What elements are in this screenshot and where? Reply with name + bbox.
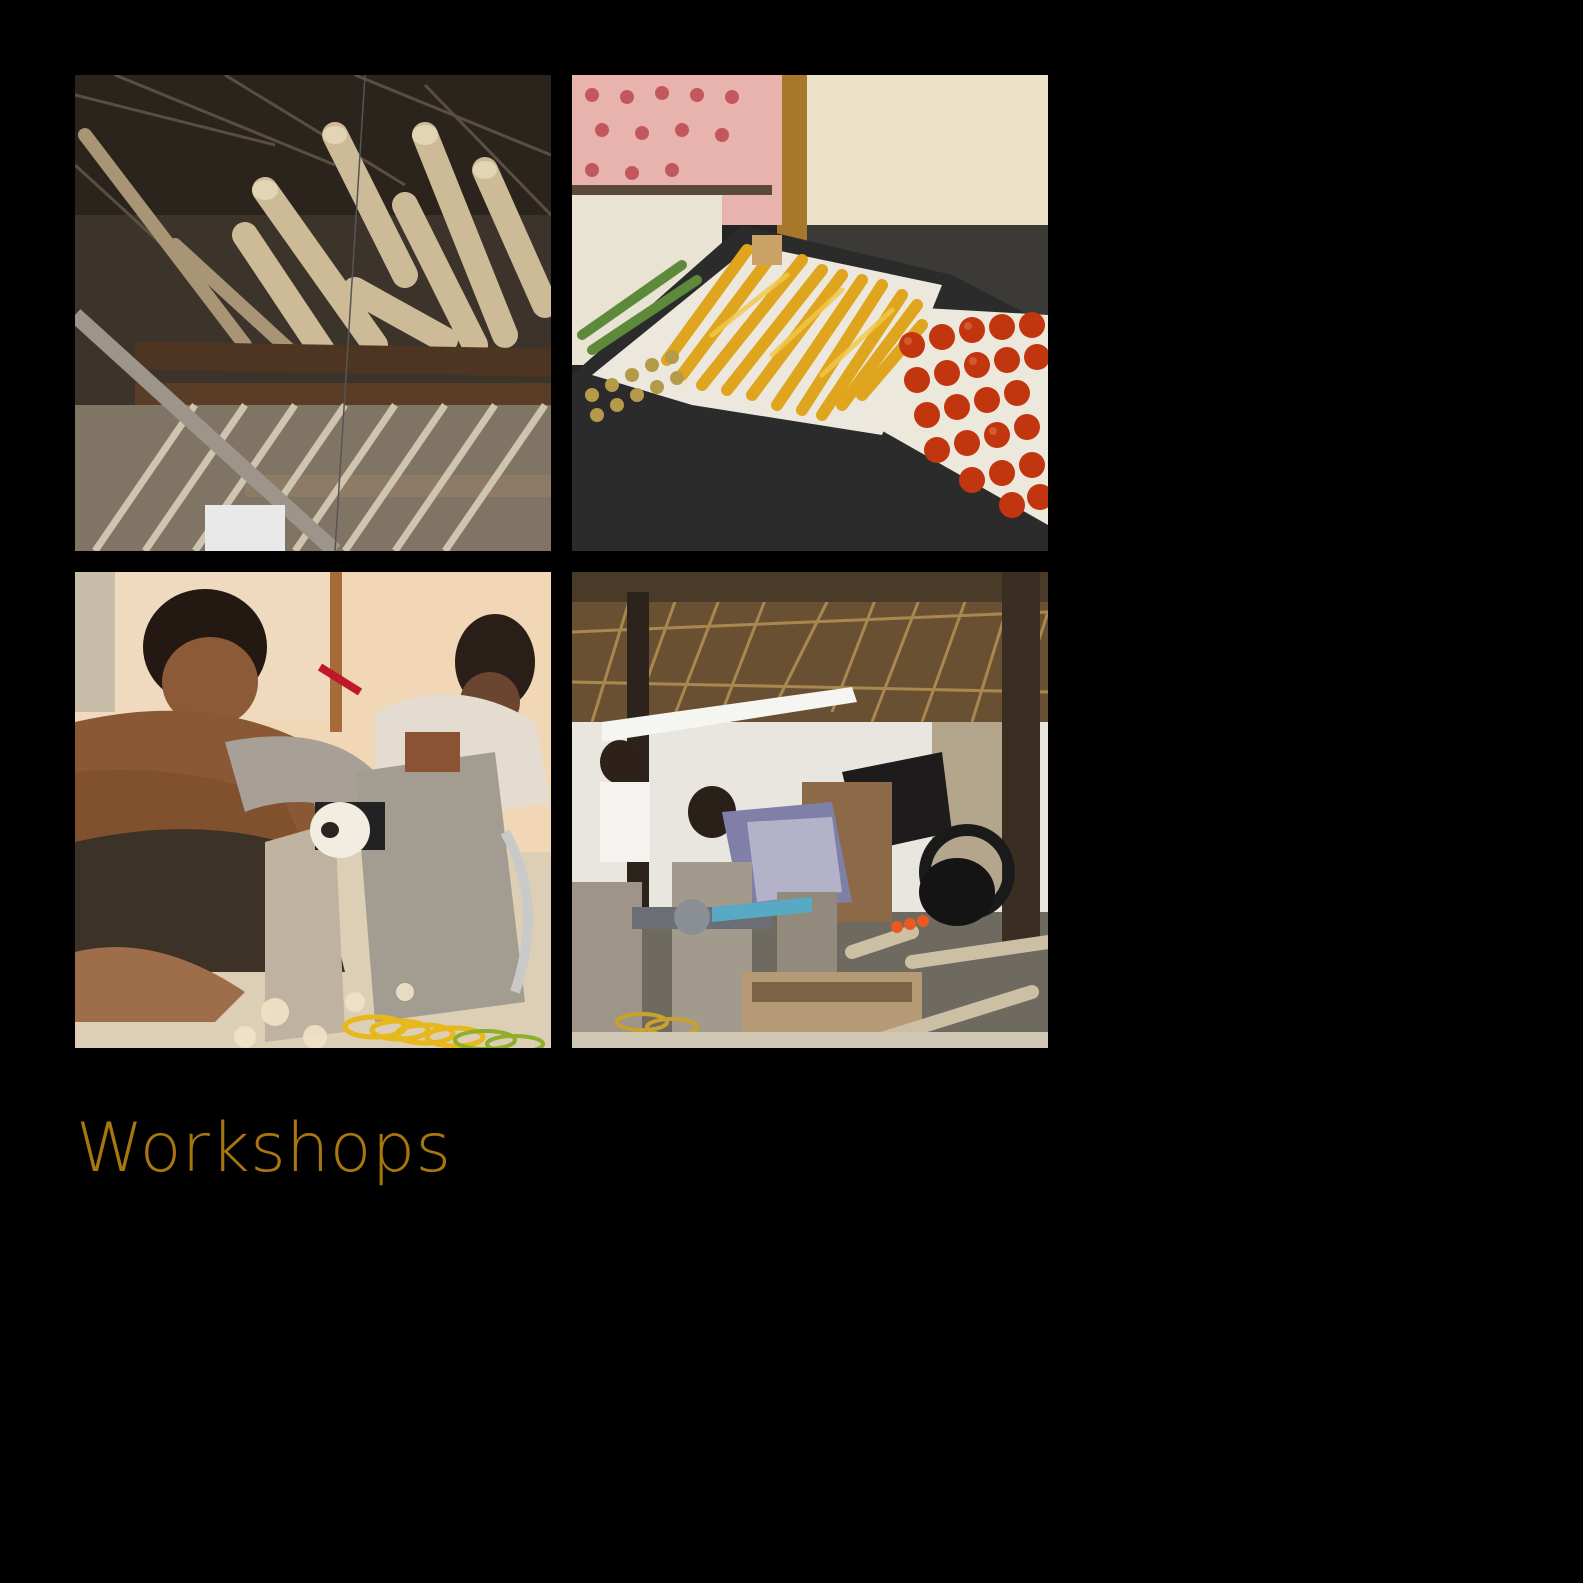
lathe-turner-image (75, 572, 551, 1048)
page-title: Workshops (76, 1109, 452, 1188)
photo-lacquered-pieces (572, 75, 1048, 551)
workshop-shed-image (572, 572, 1048, 1048)
photo-timber-roof (75, 75, 551, 551)
lacquered-pieces-image (572, 75, 1048, 551)
photo-grid (0, 0, 1583, 1100)
photo-workshop-shed (572, 572, 1048, 1048)
timber-roof-image (75, 75, 551, 551)
photo-lathe-turner (75, 572, 551, 1048)
